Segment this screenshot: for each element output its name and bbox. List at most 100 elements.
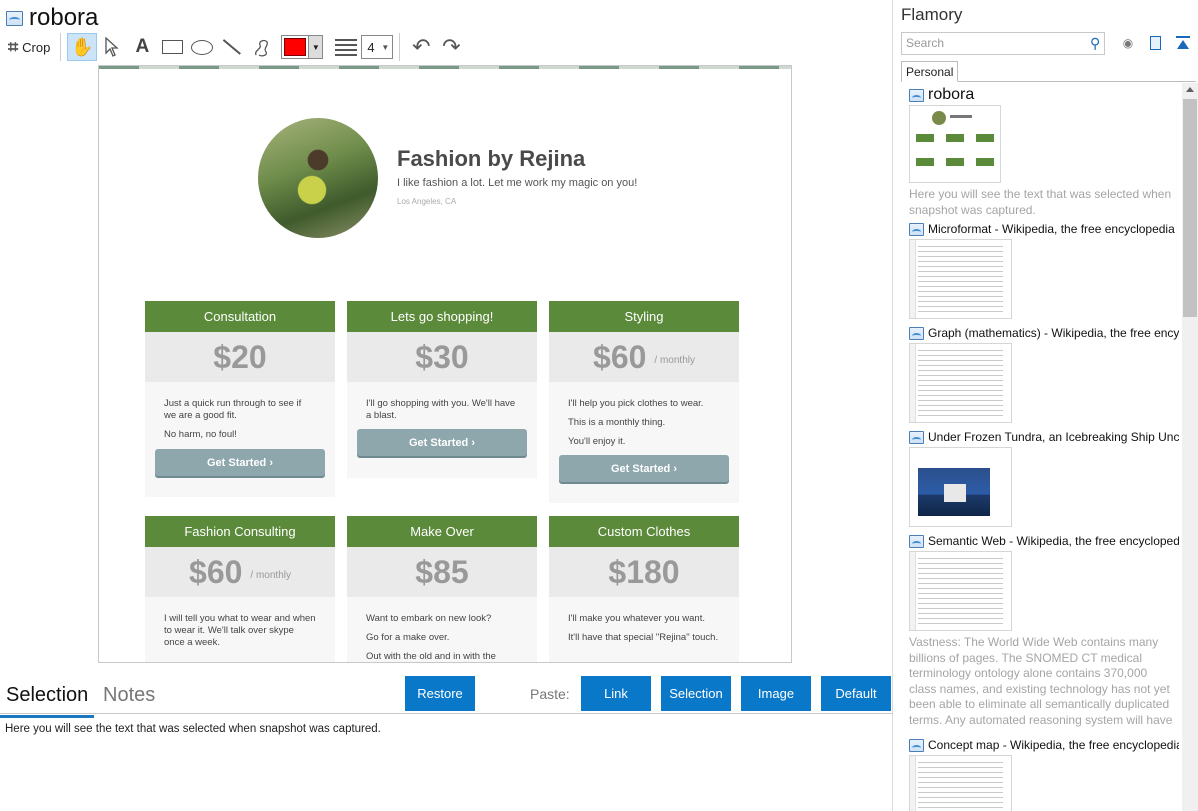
scroll-up-icon[interactable] [1186,87,1194,92]
snapshot-list: robora Here you will see the text that w… [894,83,1182,811]
get-started-button[interactable]: Get Started › [357,429,527,456]
card-price-row: $180 [549,547,739,597]
redo-icon: ↷ [442,34,461,59]
get-started-button[interactable]: Get Started › [559,455,729,482]
card-price: $60 [593,338,647,375]
sidebar-tab-bar: Personal [901,61,1196,82]
card-period: / monthly [654,354,695,366]
card-body: I'll go shopping with you. We'll have a … [347,382,537,422]
hand-icon: ✋ [71,36,94,57]
pointer-tool-button[interactable] [97,33,127,61]
list-item[interactable]: Microformat - Wikipedia, the free encycl… [909,221,1179,319]
tab-personal[interactable]: Personal [901,61,959,82]
scrollbar-thumb[interactable] [1183,99,1197,317]
card-price-row: $60 / monthly [549,332,739,382]
list-item[interactable]: Semantic Web - Wikipedia, the free encyc… [909,533,1179,727]
freehand-tool-button[interactable] [247,33,277,61]
page-nav-strip [99,66,791,69]
snapshot-description: Vastness: The World Wide Web contains ma… [909,635,1173,727]
card-body: I'll make you whatever you want. It'll h… [549,597,739,644]
line-tool-button[interactable] [217,33,247,61]
rectangle-tool-button[interactable] [157,33,187,61]
selection-text-area[interactable]: Here you will see the text that was sele… [5,723,381,735]
webpage-icon [909,738,924,752]
text-tool-button[interactable]: A [127,33,157,61]
card-price-row: $30 [347,332,537,382]
document-title: robora [29,4,99,31]
card-line: I'll go shopping with you. We'll have a … [366,398,516,421]
card-price-row: $85 [347,547,537,597]
webpage-icon [909,88,924,102]
crop-label: Crop [22,39,51,55]
card-line: I'll help you pick clothes to wear. [568,398,704,409]
webpage-icon [909,430,924,444]
redo-button[interactable]: ↷ [436,33,466,61]
card-line: This is a monthly thing. [568,417,666,428]
webpage-icon [909,326,924,340]
snapshot-canvas[interactable]: Fashion by Rejina I like fashion a lot. … [98,65,792,663]
snapshot-thumbnail [909,755,1012,811]
camera-icon[interactable]: ◉ [1120,35,1136,51]
card-price-row: $20 [145,332,335,382]
pricing-card: Lets go shopping! $30 I'll go shopping w… [347,301,537,478]
snapshot-thumbnail [909,343,1012,423]
webpage-icon [909,534,924,548]
webpage-icon [909,222,924,236]
card-price: $85 [415,553,469,590]
card-title: Styling [549,301,739,332]
rectangle-icon [161,40,183,54]
pricing-card: Make Over $85 Want to embark on new look… [347,516,537,662]
pricing-card: Custom Clothes $180 I'll make you whatev… [549,516,739,662]
snapshot-title-row: Microformat - Wikipedia, the free encycl… [909,221,1179,237]
webpage-icon [6,10,23,26]
card-body: Want to embark on new look? Go for a mak… [347,597,537,662]
profile-photo [258,118,378,238]
sidebar-scrollbar[interactable] [1182,83,1198,811]
search-icon[interactable]: ⚲ [1090,35,1100,52]
stroke-color-picker[interactable]: ▼ [281,35,324,59]
search-input[interactable]: Search [901,32,1105,55]
profile-location: Los Angeles, CA [397,197,457,206]
profile-tagline: I like fashion a lot. Let me work my mag… [397,177,638,189]
restore-button[interactable]: Restore [405,676,475,711]
paste-link-button[interactable]: Link [581,676,651,711]
card-line: You'll enjoy it. [568,436,626,447]
pointer-icon [105,37,120,57]
snapshot-title: robora [928,87,975,103]
document-icon[interactable] [1147,35,1163,51]
hand-tool-button[interactable]: ✋ [67,33,98,61]
line-width-icon [335,38,358,56]
card-line: I'll make you whatever you want. [568,613,705,624]
ellipse-tool-button[interactable] [187,33,217,61]
card-line: It'll have that special "Rejina" touch. [568,632,719,643]
paste-default-button[interactable]: Default [821,676,891,711]
flamory-sidebar: Flamory Search ⚲ ◉ Personal robora Here … [894,0,1198,811]
snapshot-thumbnail [909,551,1012,631]
crop-button[interactable]: ⌗ Crop [4,33,54,61]
snapshot-title: Concept map - Wikipedia, the free encycl… [928,738,1179,752]
list-item[interactable]: robora Here you will see the text that w… [909,87,1179,218]
always-on-top-icon[interactable] [1175,35,1191,51]
undo-button[interactable]: ↶ [406,33,436,61]
paste-image-button[interactable]: Image [741,676,811,711]
document-title-bar: robora [6,5,98,31]
crop-icon: ⌗ [8,37,19,57]
list-item[interactable]: Under Frozen Tundra, an Icebreaking Ship… [909,429,1179,527]
chevron-down-icon: ▼ [308,36,323,58]
paste-selection-button[interactable]: Selection [661,676,731,711]
list-item[interactable]: Concept map - Wikipedia, the free encycl… [909,737,1179,811]
list-item[interactable]: Graph (mathematics) - Wikipedia, the fre… [909,325,1179,423]
toolbar-divider [60,33,62,61]
tab-selection[interactable]: Selection [0,684,95,718]
profile-name: Fashion by Rejina [397,146,586,171]
stroke-width-value: 4 [367,39,375,55]
chevron-down-icon: ▼ [381,42,390,52]
snapshot-title-row: Semantic Web - Wikipedia, the free encyc… [909,533,1179,549]
card-line: Just a quick run through to see if we ar… [164,398,302,421]
stroke-width-select[interactable]: 4 ▼ [361,35,394,59]
card-price-row: $60 / monthly [145,547,335,597]
get-started-button[interactable]: Get Started › [155,449,325,476]
snapshot-title: Under Frozen Tundra, an Icebreaking Ship… [928,430,1179,444]
pricing-card: Styling $60 / monthly I'll help you pick… [549,301,739,503]
tab-notes[interactable]: Notes [103,684,155,712]
